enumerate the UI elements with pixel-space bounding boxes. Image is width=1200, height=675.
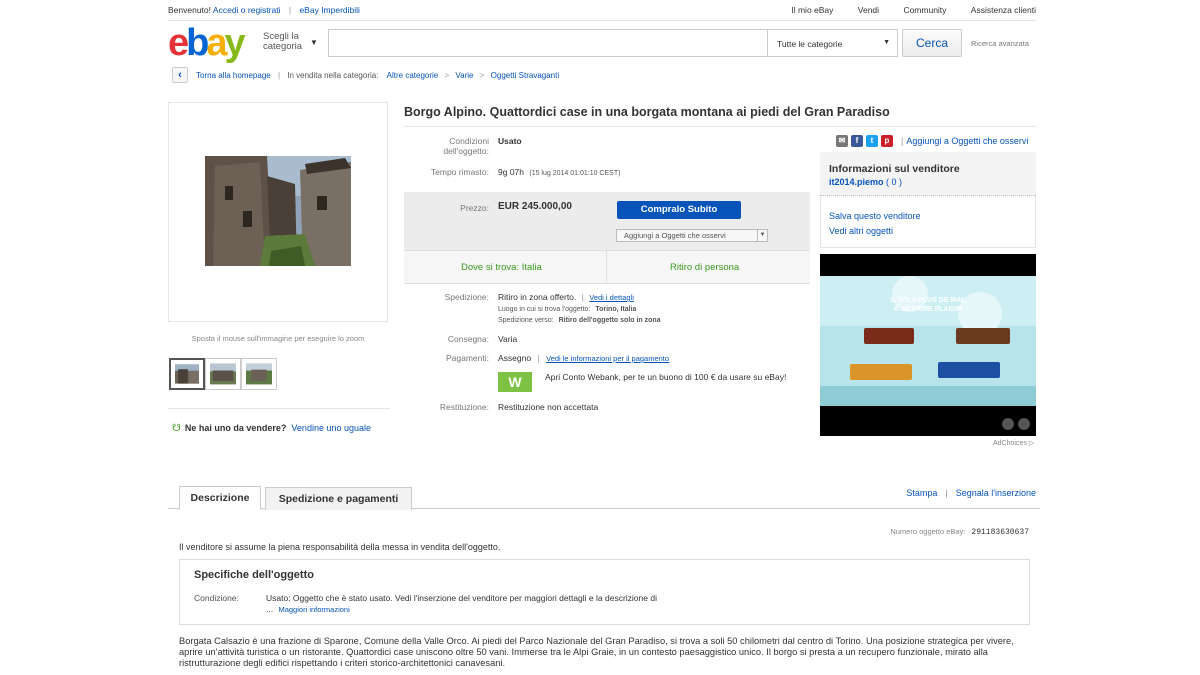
time-left-label: Tempo rimasto: (430, 167, 489, 177)
divider (404, 126, 1036, 127)
tab-description[interactable]: Descrizione (179, 486, 261, 510)
help-link[interactable]: Assistenza clienti (971, 5, 1036, 15)
search-button[interactable]: Cerca (902, 29, 962, 57)
tab-shipping-payments[interactable]: Spedizione e pagamenti (265, 487, 412, 510)
listing-actions: Stampa | Segnala l'inserzione (906, 488, 1036, 498)
seller-info-title: Informazioni sul venditore (829, 163, 960, 175)
breadcrumb: Torna alla homepage | In vendita nella c… (196, 71, 560, 80)
item-specifics-title: Specifiche dell'oggetto (194, 569, 314, 581)
advanced-search-link[interactable]: Ricerca avanzata (971, 39, 1029, 48)
more-info-link[interactable]: Maggiori informazioni (278, 605, 349, 614)
breadcrumb-item[interactable]: Varie (455, 71, 473, 80)
pickup-option: Ritiro di persona (670, 262, 740, 273)
ships-to-detail: Spedizione verso: Ritiro dell'oggetto so… (498, 317, 661, 324)
back-arrow-icon[interactable]: ‹ (172, 67, 188, 83)
report-listing-link[interactable]: Segnala l'inserzione (956, 488, 1036, 498)
item-location: Dove si trova: Italia (461, 262, 542, 273)
back-to-home-link[interactable]: Torna alla homepage (196, 71, 271, 80)
top-divider (168, 20, 1036, 21)
webank-promo-link[interactable]: Apri Conto Webank, per te un buono di 10… (545, 372, 795, 382)
thumbnail-1[interactable] (169, 358, 205, 390)
seller-responsibility-note: Il venditore si assume la piena responsa… (179, 542, 501, 552)
tag-icon: ☋ (172, 423, 181, 434)
payments-label: Pagamenti: (446, 353, 489, 363)
main-product-image[interactable] (205, 156, 351, 266)
sell-similar-link[interactable]: Vendine uno uguale (291, 423, 371, 433)
adchoices-icon: ▷ (1028, 440, 1035, 447)
ad-headline: IL N'Y A PLUS DE MAL À SE FAIRE PLAISIR (890, 297, 966, 313)
thumbnail-2[interactable] (205, 358, 241, 390)
share-bar: ✉ f t p (836, 135, 896, 149)
price-value: EUR 245.000,00 (498, 201, 572, 212)
category-select[interactable]: Tutte le categorie ▼ (768, 29, 898, 57)
community-link[interactable]: Community (903, 5, 946, 15)
save-seller-link[interactable]: Salva questo venditore (829, 211, 921, 221)
zoom-hint: Sposta il mouse sull'immagine per esegui… (191, 334, 365, 343)
condition-value: Usato (498, 136, 522, 146)
signin-link[interactable]: Accedi o registrati (213, 5, 281, 15)
my-ebay-link[interactable]: Il mio eBay (791, 5, 833, 15)
caret-down-icon: ▼ (883, 39, 890, 46)
condition-label: Condizioni dell'oggetto: (443, 136, 489, 156)
breadcrumb-item[interactable]: Oggetti Stravaganti (491, 71, 559, 80)
caret-down-icon[interactable]: ▼ (757, 230, 767, 241)
shipping-value: Ritiro in zona offerto. | Vedi i dettagl… (498, 292, 634, 302)
sell-one-like-this: ☋ Ne hai uno da vendere? Vendine uno ugual… (172, 423, 371, 434)
delivery-value: Varia (498, 334, 518, 344)
returns-value: Restituzione non accettata (498, 402, 599, 412)
buy-it-now-button[interactable]: Compralo Subito (617, 201, 741, 219)
caret-down-icon: ▼ (310, 38, 318, 47)
watchlist-link: | Aggiungi a Oggetti che osservi (901, 136, 1029, 146)
seller-name: it2014.piemo ( 0 ) (829, 177, 902, 187)
item-title: Borgo Alpino. Quattordici case in una bo… (404, 105, 890, 119)
email-icon[interactable]: ✉ (836, 135, 848, 147)
item-number: Numero oggetto eBay: 291183630637 (890, 527, 1029, 537)
category-picker[interactable]: Scegli la categoria ▼ (263, 32, 318, 52)
price-label: Prezzo: (460, 203, 489, 213)
ebay-logo[interactable]: ebay (168, 24, 258, 62)
pinterest-icon[interactable]: p (881, 135, 893, 147)
payments-value: Assegno | Vedi le informazioni per il pa… (498, 353, 670, 363)
delivery-label: Consegna: (447, 334, 489, 344)
adchoices-link[interactable]: AdChoices ▷ (993, 439, 1034, 447)
twitter-icon[interactable]: t (866, 135, 878, 147)
print-link[interactable]: Stampa (906, 488, 937, 498)
item-description: Borgata Calsazio è una frazione di Sparo… (179, 636, 1014, 668)
breadcrumb-item[interactable]: Altre categorie (387, 71, 439, 80)
thumbnail-3[interactable] (241, 358, 277, 390)
seller-feedback-link[interactable]: ( 0 ) (886, 177, 902, 187)
deals-link[interactable]: eBay Imperdibili (299, 5, 359, 15)
top-bar: Benvenuto! Accedi o registrati | eBay Im… (168, 5, 1036, 15)
payment-info-link[interactable]: Vedi le informazioni per il pagamento (546, 354, 669, 363)
add-to-watchlist-link[interactable]: Aggiungi a Oggetti che osservi (906, 136, 1028, 146)
webank-icon[interactable]: W (498, 372, 532, 392)
divider (168, 408, 390, 409)
listed-in-label: In vendita nella categoria: (287, 71, 379, 80)
other-items-link[interactable]: Vedi altri oggetti (829, 226, 893, 236)
sell-link[interactable]: Vendi (858, 5, 879, 15)
time-left-value: 9g 07h (15 lug 2014 01:01:10 CEST) (498, 167, 621, 177)
greeting: Benvenuto! (168, 5, 212, 15)
end-date: (15 lug 2014 01:01:10 CEST) (529, 170, 621, 177)
facebook-icon[interactable]: f (851, 135, 863, 147)
shipping-details-link[interactable]: Vedi i dettagli (589, 293, 634, 302)
add-to-watchlist-button[interactable]: Aggiungi a Oggetti che osservi ▼ (616, 229, 768, 242)
item-location-detail: Luogo in cui si trova l'oggetto: Torino,… (498, 306, 637, 313)
returns-label: Restituzione: (439, 402, 489, 412)
shipping-label: Spedizione: (444, 292, 489, 302)
seller-profile-link[interactable]: it2014.piemo (829, 177, 884, 187)
spec-condition-label: Condizione: (194, 593, 239, 603)
search-input[interactable] (328, 29, 768, 57)
advertisement-banner[interactable] (820, 254, 1036, 436)
spec-condition-value: Usato: Oggetto che è stato usato. Vedi l… (266, 593, 657, 614)
